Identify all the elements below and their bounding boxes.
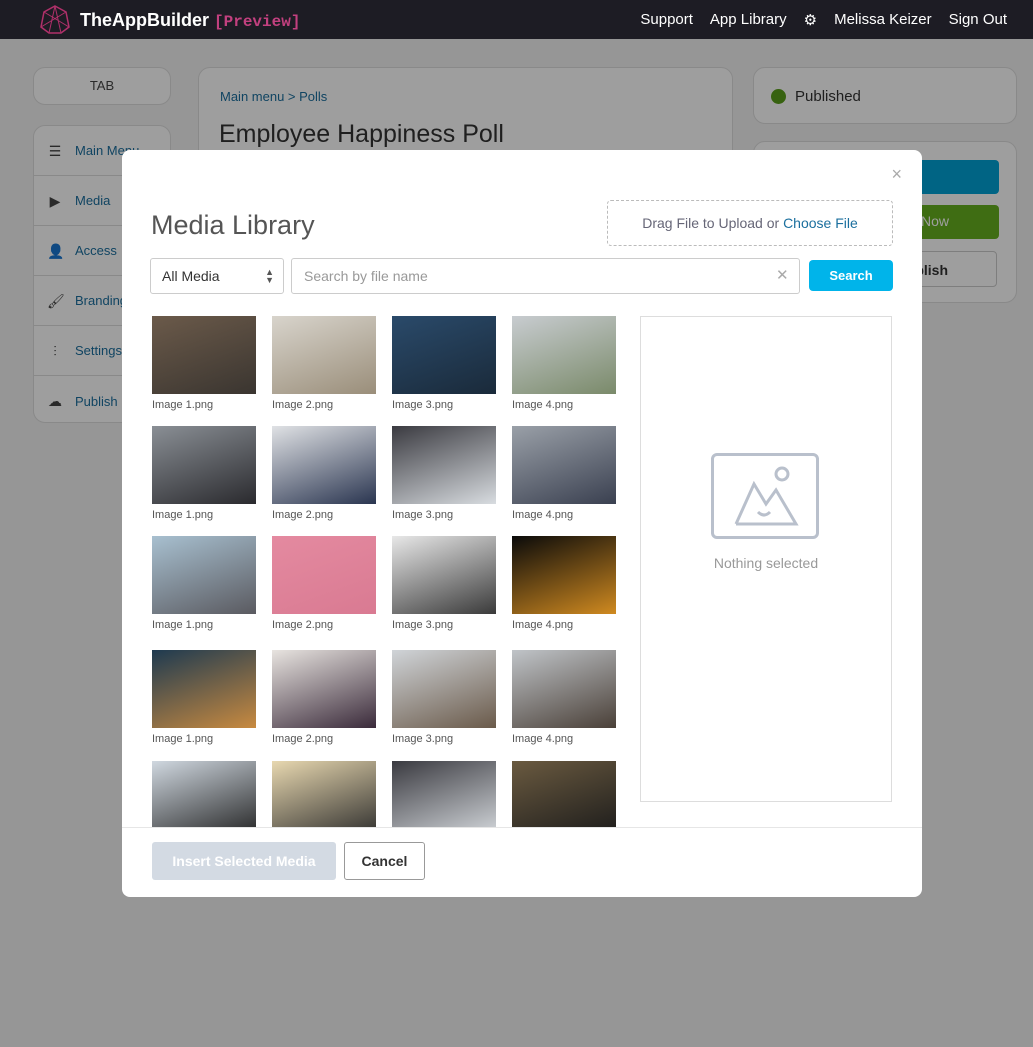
top-bar-shade <box>0 0 1033 39</box>
media-item[interactable]: Image 1.png <box>152 316 258 411</box>
upload-dropzone[interactable]: Drag File to Upload or Choose File <box>607 200 893 246</box>
search-button[interactable]: Search <box>809 260 893 291</box>
media-item[interactable]: Image 2.png <box>272 426 378 521</box>
cancel-button[interactable]: Cancel <box>344 842 425 880</box>
image-placeholder-icon <box>711 453 819 539</box>
insert-selected-media-button[interactable]: Insert Selected Media <box>152 842 336 880</box>
media-filename: Image 2.png <box>272 399 334 411</box>
modal-title: Media Library <box>151 210 315 240</box>
media-filename: Image 1.png <box>152 619 214 631</box>
sort-caret-icon: ▲ ▼ <box>265 267 274 285</box>
media-thumbnail[interactable] <box>152 650 256 728</box>
nothing-selected-text: Nothing selected <box>713 555 819 571</box>
media-item[interactable]: Image 3.png <box>392 536 498 631</box>
media-thumbnail[interactable] <box>512 761 616 827</box>
media-item[interactable]: Image 3.png <box>392 426 498 521</box>
clear-search-icon[interactable]: ✕ <box>776 266 789 284</box>
media-thumbnail[interactable] <box>392 761 496 827</box>
close-icon[interactable]: × <box>891 164 902 185</box>
media-item[interactable]: Image 4.png <box>512 426 618 521</box>
media-thumbnail[interactable] <box>392 426 496 504</box>
media-filename: Image 3.png <box>392 619 454 631</box>
media-item[interactable]: Image 4.png <box>512 650 618 745</box>
media-filename: Image 1.png <box>152 399 214 411</box>
media-thumbnail[interactable] <box>152 536 256 614</box>
media-item[interactable]: Image 1.png <box>152 536 258 631</box>
media-item[interactable]: Image 1.png <box>152 426 258 521</box>
media-item[interactable]: Image 3.png <box>392 650 498 745</box>
search-input[interactable] <box>291 258 800 294</box>
media-thumbnail[interactable] <box>152 316 256 394</box>
preview-panel: Nothing selected <box>640 316 892 802</box>
media-grid[interactable]: Image 1.png Image 2.png Image 3.png Image 4… <box>152 316 622 827</box>
media-item[interactable]: Image 1.png <box>152 650 258 745</box>
media-item[interactable] <box>512 761 618 827</box>
media-thumbnail[interactable] <box>392 650 496 728</box>
media-thumbnail[interactable] <box>512 650 616 728</box>
media-filename: Image 3.png <box>392 733 454 745</box>
media-item[interactable] <box>272 761 378 827</box>
media-item[interactable]: Image 2.png <box>272 316 378 411</box>
media-item[interactable]: Image 2.png <box>272 536 378 631</box>
media-item[interactable] <box>152 761 258 827</box>
media-thumbnail[interactable] <box>272 316 376 394</box>
media-library-modal: × Media Library Drag File to Upload or C… <box>122 150 922 897</box>
media-thumbnail[interactable] <box>512 316 616 394</box>
media-thumbnail[interactable] <box>272 426 376 504</box>
media-filename: Image 4.png <box>512 509 574 521</box>
media-thumbnail[interactable] <box>512 426 616 504</box>
media-filter-select[interactable]: All Media ▲ ▼ <box>150 258 284 294</box>
media-item[interactable]: Image 3.png <box>392 316 498 411</box>
media-thumbnail[interactable] <box>272 650 376 728</box>
media-item[interactable]: Image 4.png <box>512 536 618 631</box>
media-filename: Image 2.png <box>272 619 334 631</box>
media-item[interactable]: Image 4.png <box>512 316 618 411</box>
media-thumbnail[interactable] <box>152 761 256 827</box>
media-item[interactable]: Image 2.png <box>272 650 378 745</box>
media-thumbnail[interactable] <box>272 761 376 827</box>
choose-file-link[interactable]: Choose File <box>783 215 858 231</box>
media-thumbnail[interactable] <box>512 536 616 614</box>
media-filename: Image 3.png <box>392 509 454 521</box>
media-filename: Image 4.png <box>512 733 574 745</box>
media-filename: Image 2.png <box>272 733 334 745</box>
media-item[interactable] <box>392 761 498 827</box>
media-filename: Image 1.png <box>152 733 214 745</box>
media-thumbnail[interactable] <box>392 316 496 394</box>
media-thumbnail[interactable] <box>152 426 256 504</box>
media-filename: Image 4.png <box>512 619 574 631</box>
media-thumbnail[interactable] <box>392 536 496 614</box>
media-filename: Image 3.png <box>392 399 454 411</box>
footer-divider <box>122 827 922 828</box>
media-filename: Image 4.png <box>512 399 574 411</box>
media-filename: Image 2.png <box>272 509 334 521</box>
media-filename: Image 1.png <box>152 509 214 521</box>
media-thumbnail[interactable] <box>272 536 376 614</box>
